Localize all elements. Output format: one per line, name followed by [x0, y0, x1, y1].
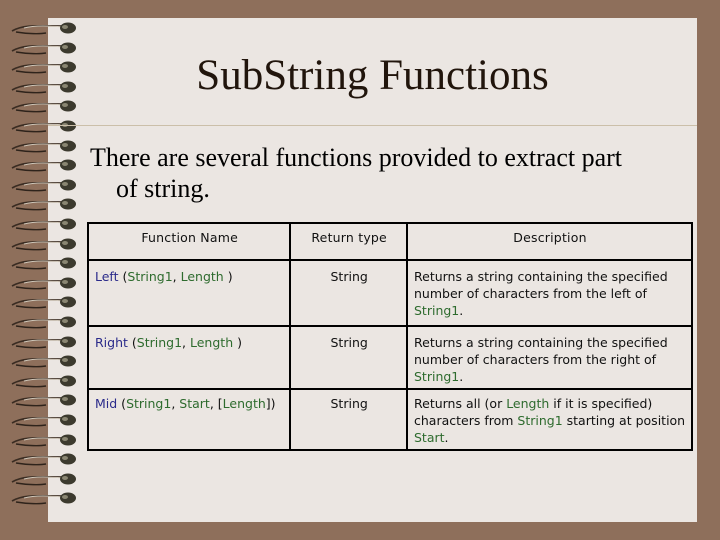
desc-text: Returns a string containing the specifie… [414, 269, 668, 301]
sig-punct: , [172, 269, 181, 284]
spiral-coil-icon [11, 434, 76, 446]
function-signature-cell: Left (String1, Length ) [86, 259, 292, 327]
spiral-coil-icon [11, 140, 76, 152]
spiral-coil-icon [11, 257, 76, 270]
sig-arg: Start [179, 396, 210, 411]
spiral-coil-icon [11, 316, 76, 329]
intro-paragraph: There are several functions provided to … [90, 142, 690, 204]
slide-title: SubString Functions [196, 52, 549, 99]
spiral-coil-icon [11, 355, 76, 368]
sig-punct: , [ [209, 396, 223, 411]
spiral-coil-icon [11, 218, 76, 231]
sig-arg: String1 [126, 396, 172, 411]
spiral-coil-icon [11, 179, 76, 192]
header-return-type: Return type [289, 222, 408, 261]
sig-arg: Length [190, 335, 234, 350]
function-signature-cell: Right (String1, Length ) [86, 325, 292, 390]
sig-arg: Length [222, 396, 266, 411]
desc-text: . [459, 369, 464, 384]
description-cell: Returns all (or Length if it is specifie… [406, 388, 693, 451]
function-name: Right [95, 335, 128, 350]
spiral-coil-icon [11, 375, 76, 388]
spiral-coil-icon [11, 22, 76, 35]
table-row: Right (String1, Length ) String Returns … [86, 325, 693, 390]
desc-arg: Start [414, 430, 445, 445]
spiral-coil-icon [11, 394, 76, 407]
spiral-coil-icon [11, 198, 76, 211]
sig-punct: ( [117, 396, 127, 411]
return-type-cell: String [289, 388, 408, 451]
table-row: Mid (String1, Start, [Length]) String Re… [86, 388, 693, 451]
function-name: Mid [95, 396, 118, 411]
spiral-coil-icon [11, 473, 76, 486]
desc-arg: String1 [414, 303, 460, 318]
functions-table: Function Name Return type Description Le… [86, 222, 693, 451]
sig-arg: String1 [136, 335, 183, 350]
spiral-coil-icon [11, 336, 76, 348]
desc-text: Returns a string containing the specifie… [414, 335, 668, 367]
function-signature-cell: Mid (String1, Start, [Length]) [86, 388, 292, 451]
desc-text: starting at position [562, 413, 686, 428]
desc-arg: Length [506, 396, 550, 411]
spiral-coil-icon [11, 296, 76, 309]
desc-text: . [459, 303, 464, 318]
desc-text: . [444, 430, 449, 445]
sig-punct: , [182, 335, 190, 350]
title-divider [48, 125, 697, 126]
header-description: Description [406, 222, 693, 261]
sig-punct: ) [223, 269, 233, 284]
spiral-coil-icon [11, 414, 76, 427]
sig-arg: String1 [127, 269, 173, 284]
desc-text: Returns all (or [414, 396, 507, 411]
description-cell: Returns a string containing the specifie… [406, 259, 693, 327]
table-row: Left (String1, Length ) String Returns a… [86, 259, 693, 327]
description-cell: Returns a string containing the specifie… [406, 325, 693, 390]
spiral-coil-icon [11, 492, 76, 505]
table-header-row: Function Name Return type Description [86, 222, 693, 261]
header-function-name: Function Name [86, 222, 292, 261]
spiral-coil-icon [11, 238, 76, 250]
sig-punct: ) [233, 335, 242, 350]
sig-arg: Length [180, 269, 224, 284]
spiral-coil-icon [11, 159, 76, 172]
sig-punct: ( [127, 335, 137, 350]
intro-line-1: There are several functions provided to … [90, 143, 623, 172]
return-type-cell: String [289, 259, 408, 327]
spiral-coil-icon [11, 453, 76, 466]
spiral-coil-icon [11, 120, 76, 133]
spiral-coil-icon [11, 277, 76, 290]
sig-punct: ]) [265, 396, 276, 411]
intro-line-2: of string. [116, 174, 210, 203]
desc-arg: String1 [414, 369, 460, 384]
return-type-cell: String [289, 325, 408, 390]
function-name: Left [95, 269, 119, 284]
desc-arg: String1 [517, 413, 563, 428]
